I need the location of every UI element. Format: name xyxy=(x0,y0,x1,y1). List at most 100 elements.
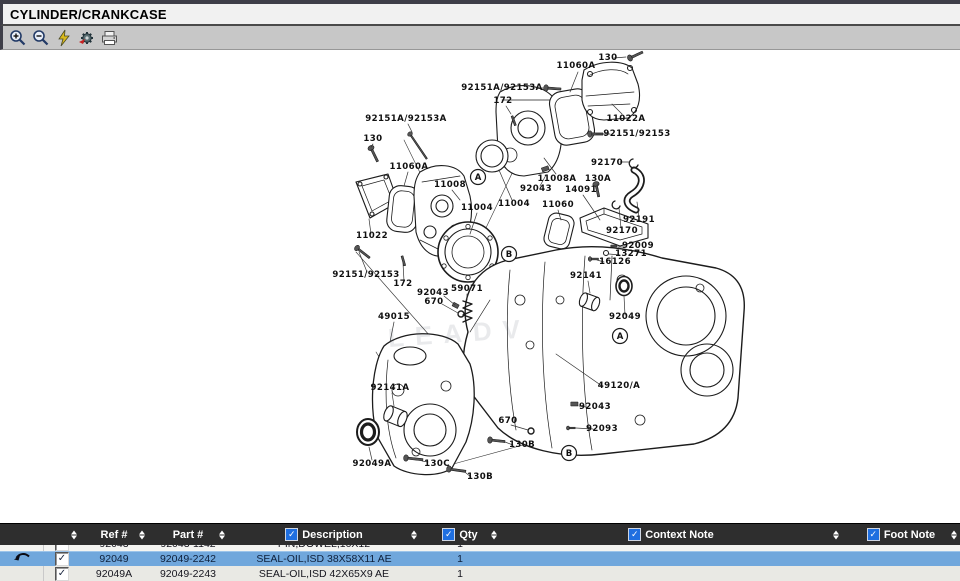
cell-qty: 1 xyxy=(420,552,500,566)
part-number-label[interactable]: 11060A xyxy=(557,61,596,71)
part-number-label[interactable]: 59071 xyxy=(451,284,483,294)
context-note-column-checkbox[interactable]: ✓ xyxy=(628,528,641,541)
part-number-label[interactable]: 130C xyxy=(424,459,450,469)
diagram-toolbar xyxy=(0,26,960,50)
part-number-label[interactable]: 14091 xyxy=(565,185,597,195)
header-part-label: Part # xyxy=(173,529,204,541)
callout-B[interactable]: B xyxy=(502,247,517,262)
header-foot-note[interactable]: ✓ Foot Note xyxy=(842,524,960,545)
sort-icon-select[interactable] xyxy=(71,530,77,539)
part-number-label[interactable]: 11004 xyxy=(498,199,530,209)
sort-icon-foot-note[interactable] xyxy=(951,530,957,539)
part-number-label[interactable]: 16126 xyxy=(599,257,631,267)
part-number-label[interactable]: 92043 xyxy=(520,184,552,194)
table-row[interactable]: ✓ 92049A 92049-2243 SEAL-OIL,ISD 42X65X9… xyxy=(0,566,960,581)
zoom-out-icon[interactable] xyxy=(31,28,50,47)
sort-icon-description[interactable] xyxy=(411,530,417,539)
exploded-diagram: 13011060A92151A/92153A17211022A92151/921… xyxy=(0,50,960,523)
part-number-label[interactable]: 11060A xyxy=(390,162,429,172)
sort-icon-context-note[interactable] xyxy=(833,530,839,539)
sort-icon-ref[interactable] xyxy=(139,530,145,539)
part-number-label[interactable]: 92151/92153 xyxy=(603,129,670,139)
header-qty[interactable]: ✓ Qty xyxy=(420,524,500,545)
callout-A[interactable]: A xyxy=(471,170,486,185)
part-number-label[interactable]: 130B xyxy=(467,472,493,482)
description-column-checkbox[interactable]: ✓ xyxy=(285,528,298,541)
cell-ref: 92049A xyxy=(80,566,148,581)
part-number-label[interactable]: 670 xyxy=(424,297,443,307)
part-number-label[interactable]: 130A xyxy=(585,174,611,184)
header-ref-label: Ref # xyxy=(101,529,128,541)
header-context-note[interactable]: ✓ Context Note xyxy=(500,524,842,545)
part-number-label[interactable]: 92151A/92153A xyxy=(365,114,446,124)
part-number-label[interactable]: 92141A xyxy=(371,383,410,393)
part-number-label[interactable]: 11004 xyxy=(461,203,493,213)
svg-text:B: B xyxy=(506,250,512,260)
header-part[interactable]: Part # xyxy=(148,524,228,545)
cell-foot-note xyxy=(842,552,960,566)
cell-qty: 1 xyxy=(420,566,500,581)
svg-text:A: A xyxy=(475,173,482,183)
cell-context-note xyxy=(500,566,842,581)
flash-view-icon[interactable] xyxy=(54,28,73,47)
header-foot-note-label: Foot Note xyxy=(884,529,935,541)
cell-ref: 92049 xyxy=(80,552,148,566)
print-icon[interactable] xyxy=(100,28,119,47)
undo-arrow-icon[interactable] xyxy=(13,551,31,567)
cell-qty: 1 xyxy=(420,545,500,551)
cell-part: 92043-1142 xyxy=(148,545,228,551)
sort-icon-part[interactable] xyxy=(219,530,225,539)
cell-description: PIN,DOWEL,10X12 xyxy=(228,545,420,551)
cell-description: SEAL-OIL,ISD 42X65X9 AE xyxy=(228,566,420,581)
callout-B[interactable]: B xyxy=(562,446,577,461)
row-checkbox[interactable]: ✓ xyxy=(55,552,69,566)
svg-text:B: B xyxy=(566,449,572,459)
part-number-label[interactable]: 92049A xyxy=(353,459,392,469)
part-number-label[interactable]: 92170 xyxy=(591,158,623,168)
related-parts-icon[interactable] xyxy=(77,28,96,47)
part-number-label[interactable]: 11022A xyxy=(607,114,646,124)
part-number-label[interactable]: 92151A/92153A xyxy=(461,83,542,93)
sort-icon-qty[interactable] xyxy=(491,530,497,539)
part-number-label[interactable]: 92141 xyxy=(570,271,602,281)
page-titlebar: CYLINDER/CRANKCASE xyxy=(0,0,960,26)
part-number-label[interactable]: 92170 xyxy=(606,226,638,236)
part-number-label[interactable]: 11008A xyxy=(538,174,577,184)
part-number-label[interactable]: 130B xyxy=(509,440,535,450)
table-row-selected[interactable]: ✓ 92049 92049-2242 SEAL-OIL,ISD 38X58X11… xyxy=(0,551,960,566)
header-tools-column xyxy=(0,524,44,545)
cell-ref: 92043 xyxy=(80,545,148,551)
part-number-label[interactable]: 92043 xyxy=(579,402,611,412)
table-header-row: Ref # Part # ✓ Description ✓ Qty ✓ Conte… xyxy=(0,524,960,545)
parts-table: Ref # Part # ✓ Description ✓ Qty ✓ Conte… xyxy=(0,523,960,581)
qty-column-checkbox[interactable]: ✓ xyxy=(442,528,455,541)
part-number-label[interactable]: 670 xyxy=(498,416,517,426)
part-number-label[interactable]: 92151/92153 xyxy=(332,270,399,280)
part-number-label[interactable]: 49120/A xyxy=(598,381,641,391)
foot-note-column-checkbox[interactable]: ✓ xyxy=(867,528,880,541)
zoom-in-icon[interactable] xyxy=(8,28,27,47)
callout-A[interactable]: A xyxy=(613,329,628,344)
part-number-label[interactable]: 49015 xyxy=(378,312,410,322)
part-number-label[interactable]: 92191 xyxy=(623,215,655,225)
part-number-label[interactable]: 130 xyxy=(363,134,382,144)
row-checkbox[interactable]: ✓ xyxy=(55,545,69,551)
part-number-label[interactable]: 11060 xyxy=(542,200,574,210)
table-row-partial[interactable]: ✓ 92043 92043-1142 PIN,DOWEL,10X12 1 xyxy=(0,545,960,551)
header-ref[interactable]: Ref # xyxy=(80,524,148,545)
part-number-label[interactable]: 92093 xyxy=(586,424,618,434)
cell-part: 92049-2243 xyxy=(148,566,228,581)
part-number-label[interactable]: 11008 xyxy=(434,180,466,190)
part-number-label[interactable]: 130 xyxy=(598,53,617,63)
part-number-label[interactable]: 172 xyxy=(493,96,512,106)
part-number-label[interactable]: 92049 xyxy=(609,312,641,322)
cell-foot-note xyxy=(842,566,960,581)
svg-text:A: A xyxy=(617,332,624,342)
header-description[interactable]: ✓ Description xyxy=(228,524,420,545)
diagram-canvas: LEADV xyxy=(0,50,960,523)
header-qty-label: Qty xyxy=(459,529,477,541)
cell-part: 92049-2242 xyxy=(148,552,228,566)
part-number-label[interactable]: 11022 xyxy=(356,231,388,241)
row-checkbox[interactable]: ✓ xyxy=(55,567,69,581)
part-number-label[interactable]: 172 xyxy=(393,279,412,289)
